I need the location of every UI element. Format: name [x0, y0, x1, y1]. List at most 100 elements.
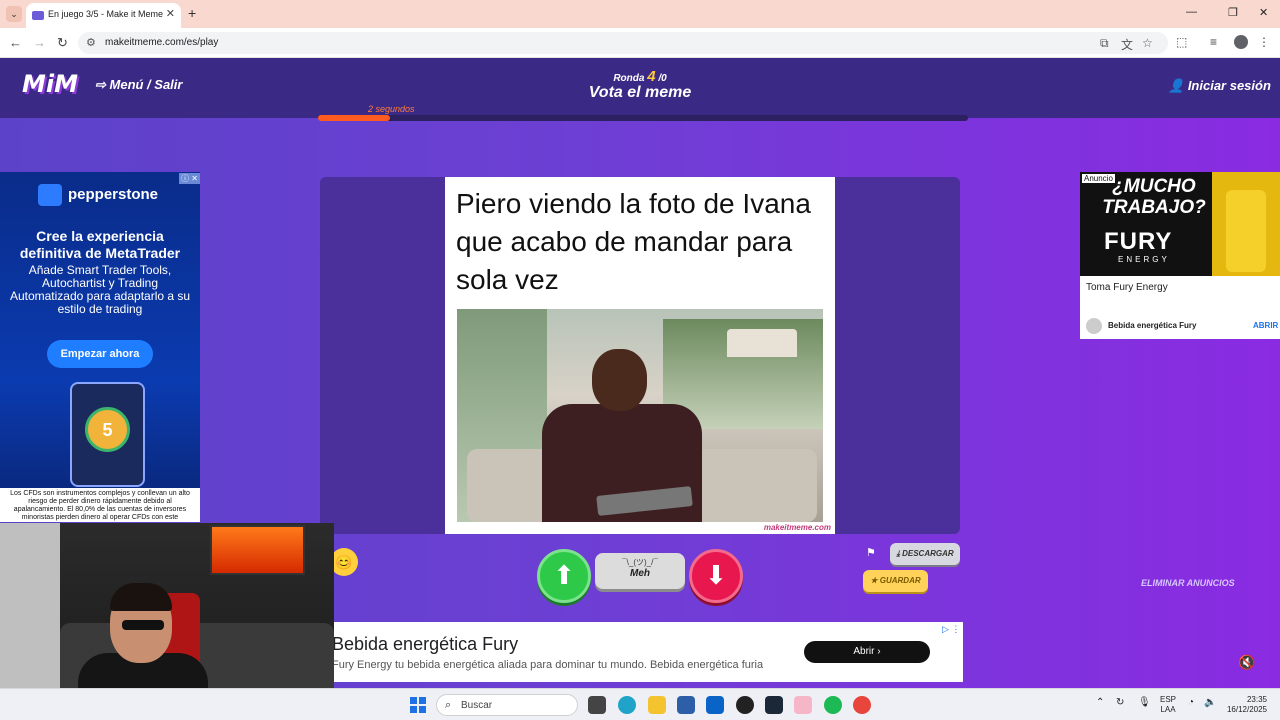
webcam-wall — [0, 523, 60, 710]
store-icon[interactable] — [677, 696, 695, 714]
tab-title: En juego 3/5 - Make it Meme — [48, 9, 164, 19]
upvote-button[interactable]: ⬆ — [537, 549, 591, 603]
obs-icon[interactable] — [736, 696, 754, 714]
taskbar: ⌕ Buscar ⌃ ↻ 🎙 ESP LAA ◔ 🔈 23:35 16/12/2… — [0, 688, 1280, 720]
system-clock[interactable]: 23:35 16/12/2025 — [1225, 695, 1267, 715]
login-label: Iniciar sesión — [1187, 78, 1271, 93]
energy-can-illustration — [1212, 172, 1280, 276]
ad-bottom-open-label: Abrir — [853, 646, 875, 657]
volume-icon[interactable]: 🔈 — [1204, 697, 1216, 708]
ad-bottom-open-button[interactable]: Abrir › — [804, 641, 930, 663]
pepperstone-logo-icon — [38, 184, 62, 206]
tab-favicon-icon — [32, 11, 44, 20]
star-icon: ★ — [870, 576, 878, 585]
reload-icon[interactable]: ↻ — [57, 35, 68, 51]
translate-icon[interactable]: 文 — [1121, 36, 1133, 53]
meme-image-person-head — [592, 349, 647, 411]
remove-ads-link[interactable]: ELIMINAR ANUNCIOS — [1141, 578, 1235, 588]
steam-icon[interactable] — [765, 696, 783, 714]
tab-search-icon[interactable]: ⌄ — [6, 6, 22, 22]
taskbar-search-input[interactable]: ⌕ Buscar — [436, 694, 578, 716]
webcam-person-hair — [110, 583, 172, 611]
url-input[interactable]: ⚙ makeitmeme.com/es/play ⧉ 文 ☆ — [78, 32, 1168, 54]
ad-bottom-description: Fury Energy tu bebida energética aliada … — [332, 659, 764, 671]
user-icon: 👤 — [1168, 78, 1185, 93]
chrome-icon[interactable] — [853, 696, 871, 714]
wifi-icon[interactable]: ◔ — [1188, 697, 1194, 708]
profile-avatar[interactable] — [1234, 35, 1248, 49]
ad-left-cta-button[interactable]: Empezar ahora — [47, 340, 153, 368]
right-ad[interactable]: Anuncio ¿MUCHO TRABAJO? FURY ENERGY Toma… — [1080, 172, 1280, 339]
left-ad[interactable]: ⓘ ✕ pepperstone Cree la experiencia defi… — [0, 172, 200, 522]
download-button[interactable]: ⤓ DESCARGAR — [890, 543, 960, 565]
download-label: DESCARGAR — [902, 549, 954, 558]
timer-label: 2 segundos — [368, 104, 415, 114]
photos-icon[interactable] — [794, 696, 812, 714]
ad-right-image: Anuncio ¿MUCHO TRABAJO? FURY ENERGY — [1080, 172, 1280, 276]
ad-right-brand: FURY — [1104, 228, 1173, 255]
taskbar-search-placeholder: Buscar — [461, 700, 493, 711]
forward-icon[interactable]: → — [33, 35, 46, 50]
browser-tab[interactable]: En juego 3/5 - Make it Meme ✕ — [26, 3, 181, 28]
timer-bar-fill — [318, 115, 390, 121]
site-logo[interactable]: MiM — [22, 70, 78, 98]
game-header: MiM ⇨ Menú / Salir Ronda 4 /0 Vota el me… — [0, 58, 1280, 118]
back-icon[interactable]: ← — [9, 35, 22, 50]
mute-icon[interactable]: 🔇 — [1238, 654, 1255, 671]
meh-button[interactable]: ¯\_(ツ)_/¯ Meh — [595, 553, 685, 589]
outlook-icon[interactable] — [706, 696, 724, 714]
round-total: /0 — [658, 73, 667, 84]
minimize-icon[interactable]: — — [1186, 6, 1197, 18]
ad-right-open-link[interactable]: ABRIR — [1253, 321, 1278, 330]
task-view-icon[interactable] — [588, 696, 606, 714]
meh-label: Meh — [630, 568, 650, 579]
round-prefix: Ronda — [613, 73, 645, 84]
menu-exit-link[interactable]: ⇨ Menú / Salir — [95, 77, 182, 93]
browser-menu-icon[interactable]: ⋮ — [1258, 35, 1270, 49]
ad-choices-icon[interactable]: ▷ ⋮ — [942, 624, 960, 635]
reading-list-icon[interactable]: ≡ — [1210, 35, 1217, 49]
extensions-icon[interactable]: ⬚ — [1176, 35, 1187, 49]
ad-choices-icon[interactable]: ⓘ ✕ — [179, 173, 200, 184]
close-window-icon[interactable]: ✕ — [1259, 6, 1268, 19]
ad-right-question: ¿MUCHO TRABAJO? — [1102, 176, 1206, 218]
ad-right-advertiser: Bebida energética Fury — [1108, 321, 1197, 330]
bottom-ad[interactable]: ▷ ⋮ Bebida energética Fury Fury Energy t… — [330, 622, 963, 682]
round-current: 4 — [647, 68, 656, 85]
windows-start-icon[interactable] — [410, 697, 426, 713]
page-title: Vota el meme — [588, 84, 692, 101]
file-explorer-icon[interactable] — [648, 696, 666, 714]
arrow-up-icon: ⬆ — [553, 560, 575, 590]
browser-tab-bar: ⌄ En juego 3/5 - Make it Meme ✕ + — ❐ ✕ — [0, 0, 1280, 28]
site-info-icon[interactable]: ⚙ — [86, 36, 96, 49]
save-button[interactable]: ★ GUARDAR — [863, 570, 928, 592]
meme-watermark: makeitmeme.com — [763, 523, 831, 532]
webcam-fireplace-screen — [210, 525, 305, 575]
downvote-button[interactable]: ⬇ — [689, 549, 743, 603]
emoji-reaction-icon[interactable]: 😊 — [330, 548, 358, 576]
install-app-icon[interactable]: ⧉ — [1100, 36, 1109, 51]
advertiser-logo-icon — [1086, 318, 1102, 334]
save-label: GUARDAR — [879, 576, 921, 585]
tray-sync-icon[interactable]: ↻ — [1116, 697, 1124, 708]
spotify-icon[interactable] — [824, 696, 842, 714]
report-flag-icon[interactable]: ⚑ — [866, 546, 876, 559]
bookmark-star-icon[interactable]: ☆ — [1142, 36, 1153, 50]
meme-image — [457, 309, 823, 522]
language-indicator[interactable]: ESP LAA — [1160, 695, 1176, 715]
arrow-down-icon: ⬇ — [705, 560, 727, 590]
edge-icon[interactable] — [618, 696, 636, 714]
meme-caption: Piero viendo la foto de Ivana que acabo … — [456, 188, 811, 295]
new-tab-icon[interactable]: + — [188, 5, 196, 21]
lang-line-1: ESP — [1160, 695, 1177, 704]
clock-time: 23:35 — [1246, 695, 1267, 704]
meh-face: ¯\_(ツ)_/¯ — [622, 558, 658, 567]
ad-left-legal: Los CFDs son instrumentos complejos y co… — [0, 488, 200, 522]
tray-chevron-up-icon[interactable]: ⌃ — [1096, 697, 1104, 708]
tray-mic-icon[interactable]: 🎙 — [1138, 697, 1151, 708]
login-link[interactable]: 👤 Iniciar sesión — [1168, 78, 1271, 94]
tab-close-icon[interactable]: ✕ — [166, 7, 175, 20]
restore-icon[interactable]: ❐ — [1228, 6, 1238, 19]
can-body — [1226, 190, 1266, 272]
ad-right-title: Toma Fury Energy — [1086, 282, 1168, 293]
